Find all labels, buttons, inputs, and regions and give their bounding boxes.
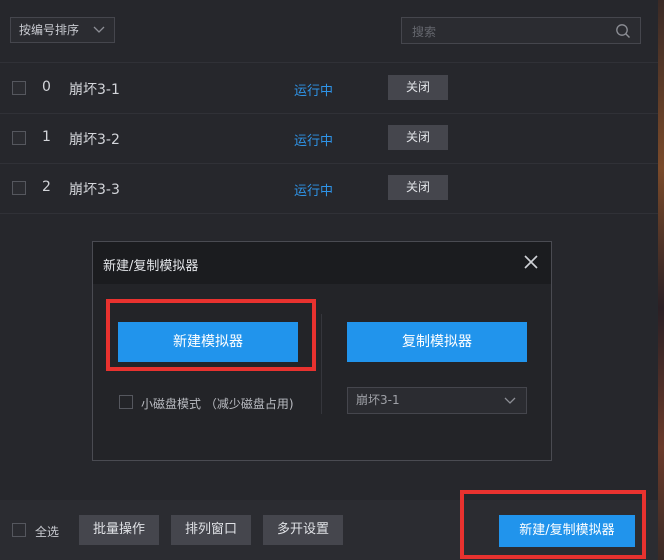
copy-emulator-button[interactable]: 复制模拟器 <box>347 322 527 362</box>
emulator-status: 运行中 <box>294 184 334 199</box>
close-emulator-button[interactable]: 关闭 <box>388 175 448 200</box>
emulator-row: 0 崩坏3-1 运行中 关闭 <box>0 63 658 114</box>
row-checkbox[interactable] <box>12 81 26 95</box>
emulator-index: 1 <box>42 129 51 145</box>
chevron-down-icon <box>93 26 105 33</box>
search-box <box>401 17 641 45</box>
dialog-header: 新建/复制模拟器 <box>93 242 551 284</box>
sort-label: 按编号排序 <box>19 23 80 37</box>
divider <box>321 314 322 414</box>
small-disk-checkbox[interactable] <box>119 395 133 409</box>
search-input[interactable] <box>402 18 614 45</box>
new-emulator-button[interactable]: 新建模拟器 <box>118 322 298 362</box>
row-checkbox[interactable] <box>12 131 26 145</box>
batch-operation-button[interactable]: 批量操作 <box>79 515 159 545</box>
emulator-row: 2 崩坏3-3 运行中 关闭 <box>0 163 658 214</box>
small-disk-label: 小磁盘模式 （减少磁盘占用) <box>141 397 294 411</box>
search-icon[interactable] <box>615 23 631 39</box>
new-copy-emulator-button[interactable]: 新建/复制模拟器 <box>499 515 635 547</box>
select-all-label: 全选 <box>35 525 60 539</box>
toolbar: 按编号排序 <box>0 0 658 63</box>
background-window-edge <box>658 0 664 560</box>
footer-bar: 全选 批量操作 排列窗口 多开设置 新建/复制模拟器 <box>0 490 658 560</box>
emulator-name: 崩坏3-1 <box>69 82 120 98</box>
emulator-status: 运行中 <box>294 134 334 149</box>
multi-settings-button[interactable]: 多开设置 <box>263 515 343 545</box>
arrange-windows-button[interactable]: 排列窗口 <box>171 515 251 545</box>
close-emulator-button[interactable]: 关闭 <box>388 125 448 150</box>
emulator-row: 1 崩坏3-2 运行中 关闭 <box>0 113 658 164</box>
emulator-name: 崩坏3-2 <box>69 132 120 148</box>
emulator-name: 崩坏3-3 <box>69 182 120 198</box>
sort-dropdown[interactable]: 按编号排序 <box>10 17 115 43</box>
dialog-title: 新建/复制模拟器 <box>103 259 199 274</box>
close-icon[interactable] <box>523 254 539 270</box>
emulator-status: 运行中 <box>294 84 334 99</box>
close-emulator-button[interactable]: 关闭 <box>388 75 448 100</box>
chevron-down-icon <box>504 397 516 404</box>
emulator-index: 0 <box>42 79 51 95</box>
emulator-index: 2 <box>42 179 51 195</box>
copy-source-value: 崩坏3-1 <box>356 393 400 407</box>
copy-source-dropdown[interactable]: 崩坏3-1 <box>347 387 527 414</box>
select-all-checkbox[interactable] <box>12 523 26 537</box>
multi-instance-manager: 按编号排序 0 崩坏3-1 运行中 关闭 1 崩坏3-2 运行中 关闭 2 崩坏… <box>0 0 658 560</box>
new-copy-dialog: 新建/复制模拟器 新建模拟器 复制模拟器 小磁盘模式 （减少磁盘占用) 崩坏3-… <box>92 241 552 461</box>
row-checkbox[interactable] <box>12 181 26 195</box>
